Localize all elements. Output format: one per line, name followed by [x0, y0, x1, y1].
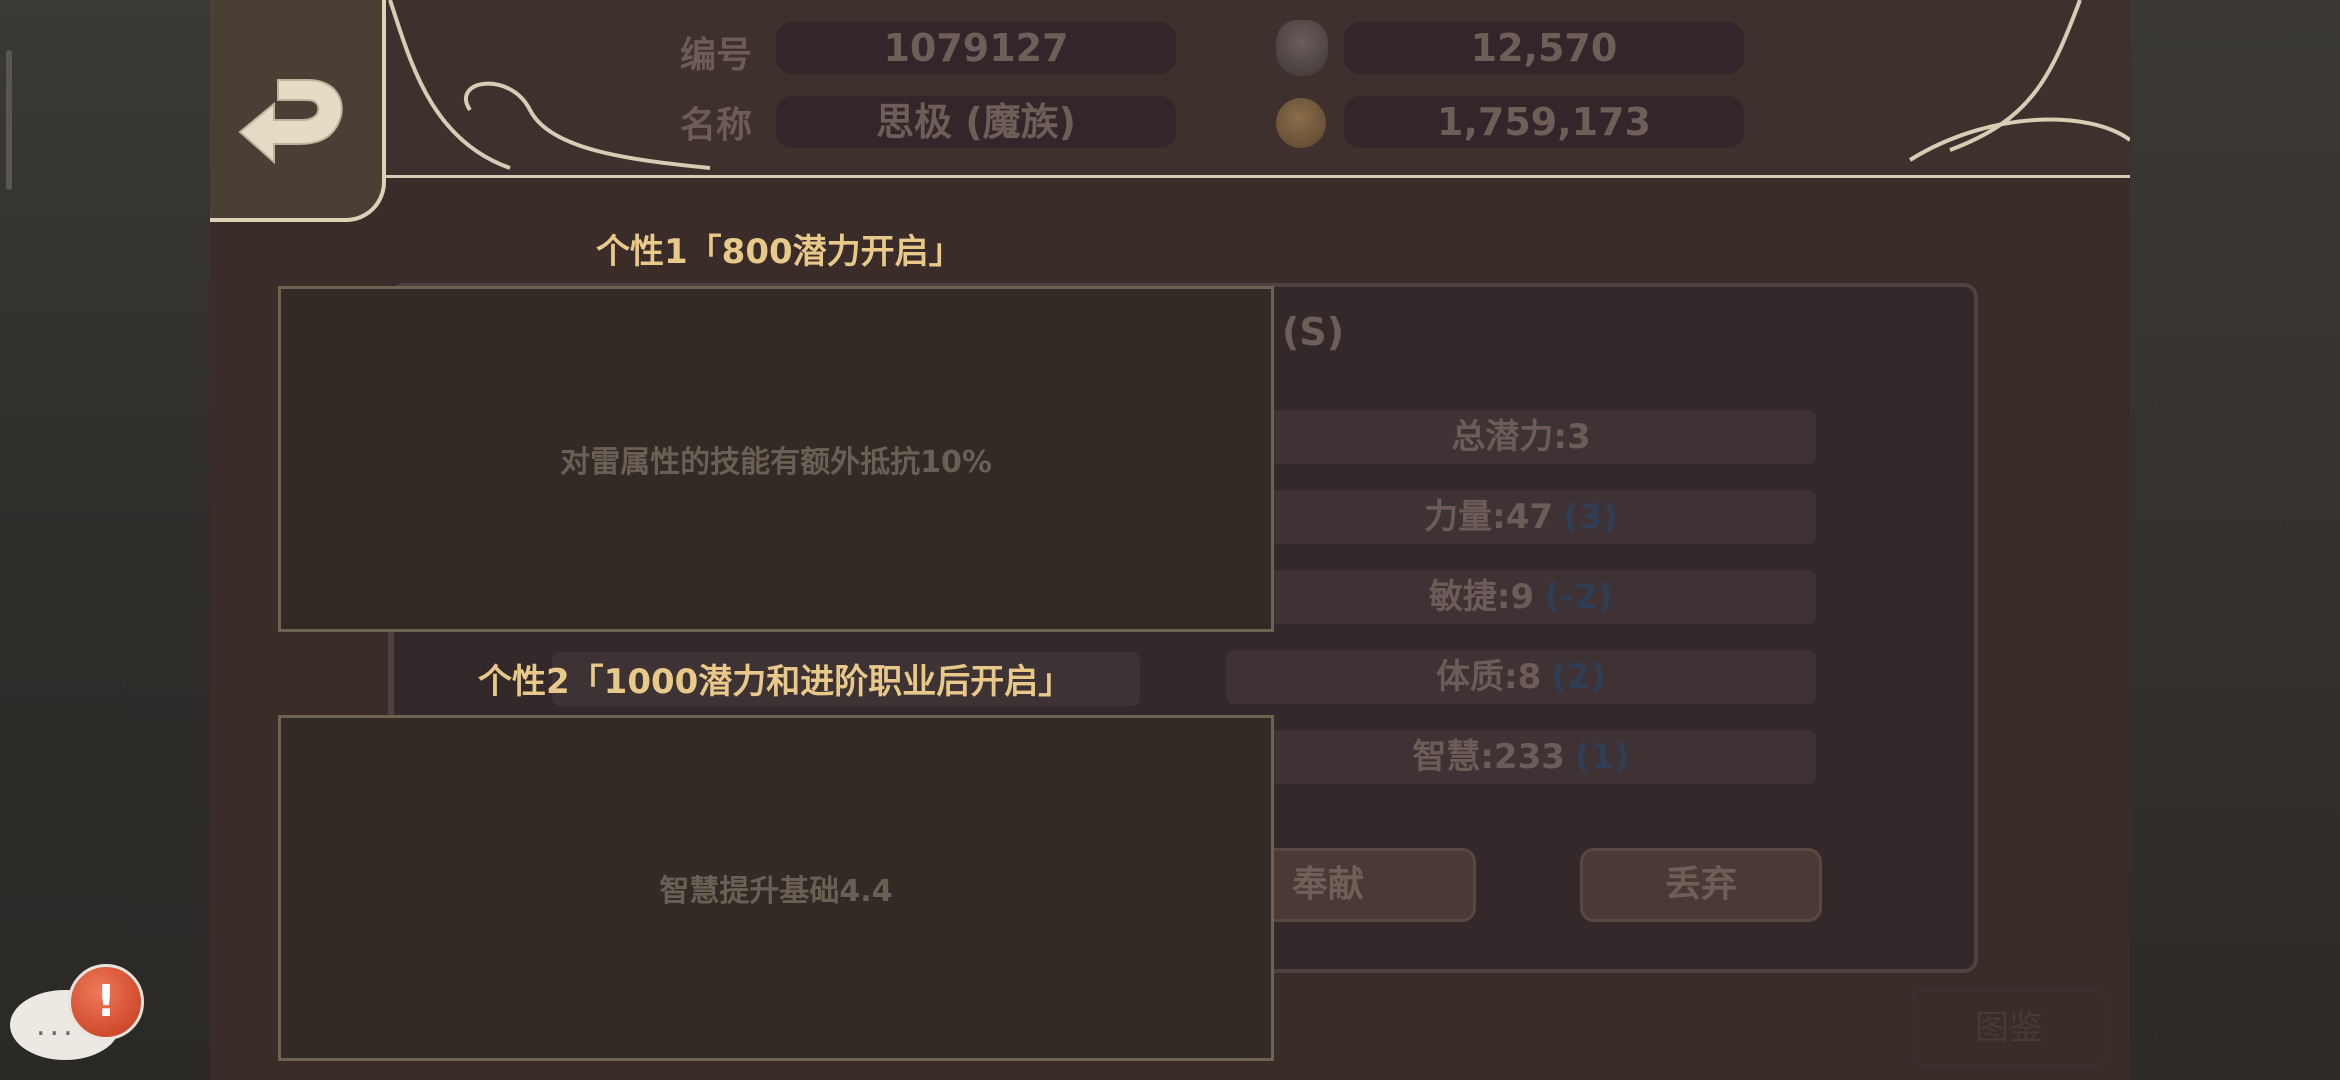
grade-label: (S) [1282, 310, 1345, 354]
gem-icon [1276, 20, 1328, 76]
stat-agility-label: 敏捷:9 [1428, 577, 1535, 617]
stat-constitution: 体质:8 (2) [1226, 650, 1816, 704]
stat-constitution-delta: (2) [1551, 657, 1606, 697]
stat-constitution-label: 体质:8 [1435, 657, 1542, 697]
trait-2-desc: 智慧提升基础4.4 [659, 874, 893, 909]
trait-2-box: 智慧提升基础4.4 [278, 715, 1274, 1061]
trait-1-box: 对雷属性的技能有额外抵抗10% [278, 286, 1274, 632]
stat-agility: 敏捷:9 (-2) [1226, 570, 1816, 624]
stat-agility-delta: (-2) [1544, 577, 1614, 617]
right-background [2130, 0, 2340, 1080]
coin-count: 1,759,173 [1344, 96, 1744, 148]
back-arrow-icon [238, 79, 343, 165]
trait-2-title: 个性2「1000潜力和进阶职业后开启」 [478, 662, 1073, 702]
stat-strength: 力量:47 (3) [1226, 490, 1816, 544]
left-background [0, 0, 210, 1080]
total-potential: 总潜力:3 [1226, 410, 1816, 464]
stat-strength-label: 力量:47 [1424, 497, 1554, 537]
discard-button[interactable]: 丢弃 [1580, 848, 1822, 922]
name-field: 思极 (魔族) [776, 96, 1176, 148]
stat-wisdom-delta: (1) [1574, 737, 1630, 777]
trait-1-desc: 对雷属性的技能有额外抵抗10% [560, 445, 992, 480]
gem-count: 12,570 [1344, 22, 1744, 74]
alert-icon[interactable]: ! [68, 964, 144, 1040]
codex-button[interactable]: 图鉴 [1912, 990, 2106, 1066]
id-field: 1079127 [776, 22, 1176, 74]
stat-wisdom-label: 智慧:233 [1412, 737, 1565, 777]
coin-icon [1276, 98, 1326, 148]
stat-wisdom: 智慧:233 (1) [1226, 730, 1816, 784]
trait-1-title: 个性1「800潜力开启」 [596, 232, 963, 272]
id-label: 编号 [680, 35, 753, 76]
name-label: 名称 [680, 105, 753, 146]
edge-handle [6, 50, 12, 190]
stat-strength-delta: (3) [1563, 497, 1618, 537]
divider [388, 630, 390, 718]
